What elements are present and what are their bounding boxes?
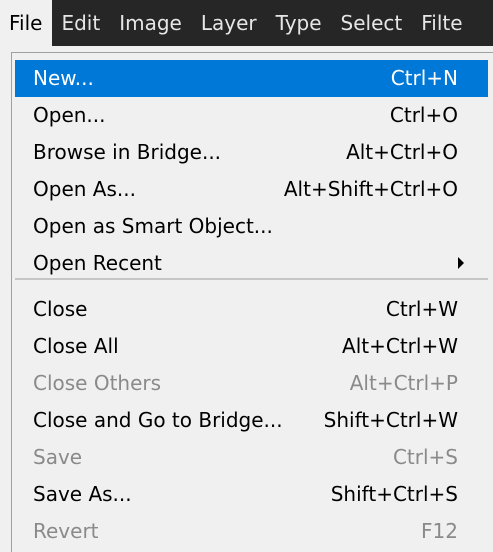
menubar-select[interactable]: Select [332, 0, 413, 46]
menu-item-shortcut: Ctrl+S [392, 445, 458, 469]
menubar-file[interactable]: File [0, 0, 53, 46]
menu-item-label: Close Others [33, 371, 162, 395]
menu-item-save-as[interactable]: Save As... Shift+Ctrl+S [15, 476, 488, 513]
menu-item-browse-in-bridge[interactable]: Browse in Bridge... Alt+Ctrl+O [15, 134, 488, 171]
menu-item-save: Save Ctrl+S [15, 439, 488, 476]
menu-item-close-and-go-to-bridge[interactable]: Close and Go to Bridge... Shift+Ctrl+W [15, 402, 488, 439]
menu-item-shortcut: Alt+Ctrl+O [346, 140, 458, 164]
menu-item-label: Open... [33, 103, 106, 127]
menu-item-shortcut: Shift+Ctrl+W [323, 408, 458, 432]
submenu-arrow-icon [458, 257, 464, 269]
menubar-edit[interactable]: Edit [52, 0, 110, 46]
menu-item-label: Close All [33, 334, 119, 358]
menu-item-label: Browse in Bridge... [33, 140, 222, 164]
menu-item-label: Open as Smart Object... [33, 214, 273, 238]
menu-item-close-all[interactable]: Close All Alt+Ctrl+W [15, 328, 488, 365]
menubar-image[interactable]: Image [110, 0, 192, 46]
menu-item-label: Save [33, 445, 83, 469]
menu-item-open[interactable]: Open... Ctrl+O [15, 97, 488, 134]
menu-item-shortcut: Ctrl+N [390, 66, 458, 90]
file-menu-dropdown: New... Ctrl+N Open... Ctrl+O Browse in B… [0, 46, 493, 552]
menubar-layer[interactable]: Layer [192, 0, 267, 46]
menu-item-shortcut: Alt+Ctrl+P [349, 371, 458, 395]
menu-item-shortcut: Alt+Ctrl+W [342, 334, 458, 358]
menu-item-open-recent[interactable]: Open Recent [15, 245, 488, 282]
menubar-type[interactable]: Type [267, 0, 332, 46]
menu-item-shortcut: Alt+Shift+Ctrl+O [283, 177, 458, 201]
menu-item-close[interactable]: Close Ctrl+W [15, 291, 488, 328]
menu-item-shortcut: Shift+Ctrl+S [330, 482, 458, 506]
menu-item-label: Close and Go to Bridge... [33, 408, 283, 432]
menu-item-shortcut: F12 [421, 519, 458, 543]
menubar-filter[interactable]: Filte [412, 0, 472, 46]
menu-item-label: Open Recent [33, 251, 162, 275]
menu-item-new[interactable]: New... Ctrl+N [15, 60, 488, 97]
menu-item-shortcut: Ctrl+W [385, 297, 458, 321]
menu-item-shortcut: Ctrl+O [389, 103, 458, 127]
menu-item-label: New... [33, 66, 94, 90]
menu-item-open-as[interactable]: Open As... Alt+Shift+Ctrl+O [15, 171, 488, 208]
menu-bar: File Edit Image Layer Type Select Filte [0, 0, 493, 46]
menu-item-label: Open As... [33, 177, 136, 201]
menu-item-label: Save As... [33, 482, 132, 506]
menu-item-open-as-smart-object[interactable]: Open as Smart Object... [15, 208, 488, 245]
menu-item-close-others: Close Others Alt+Ctrl+P [15, 365, 488, 402]
menu-item-label: Revert [33, 519, 99, 543]
menu-item-label: Close [33, 297, 88, 321]
menu-separator [15, 278, 488, 280]
menu-item-revert: Revert F12 [15, 513, 488, 550]
